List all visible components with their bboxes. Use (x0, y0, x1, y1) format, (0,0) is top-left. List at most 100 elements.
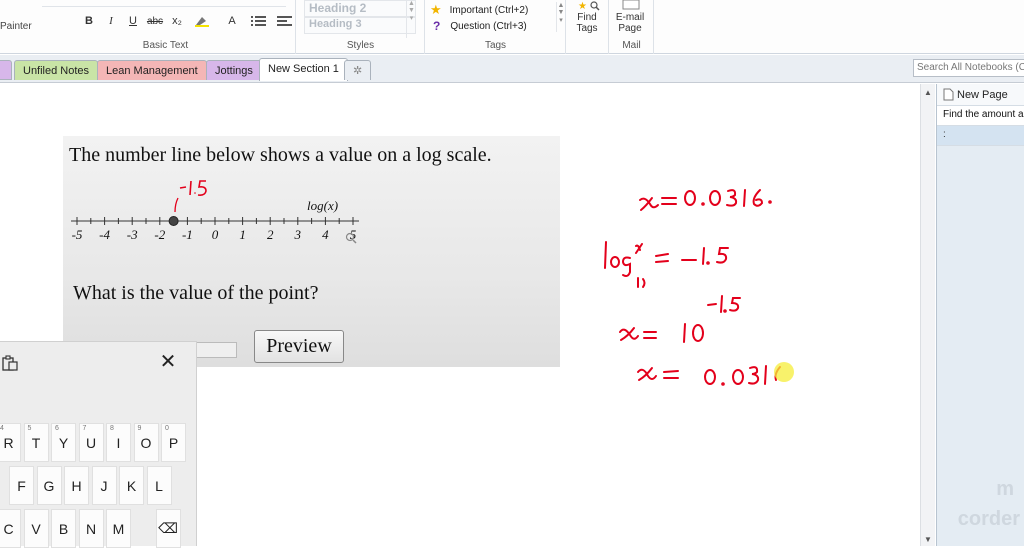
page-scrollbar[interactable]: ▲ ▼ (920, 84, 935, 546)
underline-button[interactable]: U (122, 13, 144, 29)
keyboard-toolbar: ✕ (0, 342, 197, 384)
bold-button[interactable]: B (78, 13, 100, 29)
page-entry-current[interactable]: : (937, 126, 1024, 146)
key-v[interactable]: V (23, 509, 49, 548)
format-buttons: B I U abc x₂ A (78, 13, 298, 29)
key-label: B (58, 520, 69, 537)
page-entry-find-amount[interactable]: Find the amount a (937, 106, 1024, 126)
bullets-icon[interactable] (246, 13, 272, 29)
tick-label: 3 (294, 227, 302, 242)
preview-button[interactable]: Preview (254, 330, 344, 363)
key-label: R (3, 434, 14, 451)
key-c[interactable]: C (0, 509, 21, 548)
tags-label: Tags (484, 40, 507, 51)
key-label: K (126, 477, 137, 494)
ink-annotation-minus-1-5 (174, 180, 207, 213)
format-painter-label[interactable]: Painter (0, 21, 32, 32)
tab-jottings[interactable]: Jottings (206, 60, 262, 80)
highlight-icon[interactable] (188, 13, 218, 29)
tick-labels: -5 -4 -3 -2 -1 0 1 2 3 4 5 (72, 227, 357, 242)
tick-label: -2 (154, 227, 165, 242)
italic-button[interactable]: I (100, 13, 122, 29)
key-u[interactable]: 7U (78, 423, 104, 462)
search-notebooks-input[interactable]: Search All Notebooks (C (913, 59, 1024, 77)
styles-gallery: Heading 2 Heading 3 ▲ ▼ ▾ (304, 0, 416, 38)
styles-scroll-icon[interactable]: ▲ ▼ ▾ (406, 0, 416, 38)
strikethrough-button[interactable]: abc (144, 13, 166, 29)
tag-important[interactable]: ★ Important (Ctrl+2) (430, 2, 528, 18)
basic-text-group: B I U abc x₂ A Basic Text (36, 0, 296, 54)
touch-keyboard: ✕ 4 R 5 T 6 Y 7 U 8 I 9 O 0 P F G H J K L C V B N M ⌫ (0, 341, 197, 548)
axis-label: log(x) (307, 198, 338, 213)
scroll-down-icon[interactable]: ▼ (924, 535, 932, 544)
key-number-hint: 0 (165, 425, 169, 432)
answer-input[interactable] (193, 342, 237, 358)
email-page-button[interactable]: E-mail Page (612, 12, 648, 34)
key-number-hint: 8 (110, 425, 114, 432)
tag-important-label: Important (Ctrl+2) (449, 4, 529, 16)
key-g[interactable]: G (36, 466, 62, 505)
key-i[interactable]: 8I (106, 423, 131, 462)
mail-label: Mail (622, 40, 641, 51)
new-page-button[interactable]: New Page (937, 84, 1024, 106)
tags-scroll-icon[interactable]: ▲ ▼ ▾ (556, 2, 565, 32)
email-line1: E-mail (615, 12, 645, 23)
key-b[interactable]: B (51, 509, 76, 548)
style-heading-3[interactable]: Heading 3 (304, 17, 416, 34)
scroll-up-icon[interactable]: ▲ (924, 88, 932, 97)
new-page-label: New Page (957, 88, 1008, 101)
key-number-hint: 4 (0, 425, 4, 432)
key-label: T (31, 434, 41, 451)
subscript-button[interactable]: x₂ (166, 13, 188, 29)
key-label: H (71, 477, 82, 494)
key-label: F (17, 477, 26, 494)
section-tab-bar: Unfiled Notes Lean Management Jottings N… (0, 55, 1024, 83)
svg-text:★: ★ (578, 1, 587, 12)
key-j[interactable]: J (91, 466, 117, 505)
font-selectors[interactable] (42, 0, 286, 7)
key-o[interactable]: 9O (133, 423, 159, 462)
key-number-hint: 9 (137, 425, 142, 432)
clipboard-icon[interactable] (2, 355, 18, 371)
key-n[interactable]: N (78, 509, 104, 548)
key-r[interactable]: 4R (0, 423, 21, 462)
key-h[interactable]: H (64, 466, 89, 505)
keyboard-close-icon[interactable]: ✕ (158, 352, 178, 372)
tag-question[interactable]: ? Question (Ctrl+3) (430, 19, 527, 33)
tab-lean-management[interactable]: Lean Management (97, 60, 207, 80)
find-tags-button[interactable]: Find Tags (572, 12, 602, 34)
key-y[interactable]: 6Y (51, 423, 76, 462)
key-label: I (116, 434, 121, 451)
tick-label: -1 (182, 227, 193, 242)
tab-unfiled-notes[interactable]: Unfiled Notes (14, 60, 99, 80)
tick-label: 1 (239, 227, 246, 242)
find-tags-line1: Find (577, 12, 597, 23)
key-t[interactable]: 5T (23, 423, 49, 462)
key-number-hint: 5 (27, 425, 32, 432)
key-f[interactable]: F (9, 466, 34, 505)
question-line1: The number line below shows a value on a… (69, 144, 492, 166)
key-m[interactable]: M (106, 509, 131, 548)
tab-new-section-1[interactable]: New Section 1 (259, 58, 348, 81)
styles-label: Styles (346, 40, 375, 51)
new-section-tab[interactable]: ✲ (344, 60, 372, 80)
key-label: Y (58, 434, 69, 451)
key-p[interactable]: 0P (161, 423, 186, 462)
key-label: G (43, 477, 55, 494)
question-icon: ? (433, 19, 441, 33)
key-k[interactable]: K (119, 466, 144, 505)
font-color-button[interactable]: A (218, 13, 246, 29)
tab-previous-section[interactable] (0, 60, 12, 80)
number-line-point (168, 216, 179, 226)
watermark-line2: corder (957, 508, 1020, 530)
key-l[interactable]: L (146, 466, 172, 505)
key-label: ⌫ (158, 520, 178, 536)
key-number-hint: 7 (82, 425, 87, 432)
align-icon[interactable] (272, 13, 298, 29)
style-heading-2[interactable]: Heading 2 (304, 0, 416, 17)
key-label: M (112, 520, 125, 537)
tick-label: -4 (99, 227, 110, 242)
ribbon: Painter B I U abc x₂ A Basic Text Styles… (0, 0, 1024, 54)
backspace-key[interactable]: ⌫ (155, 509, 181, 548)
page-list-pane: New Page Find the amount a : m corder (936, 84, 1024, 546)
